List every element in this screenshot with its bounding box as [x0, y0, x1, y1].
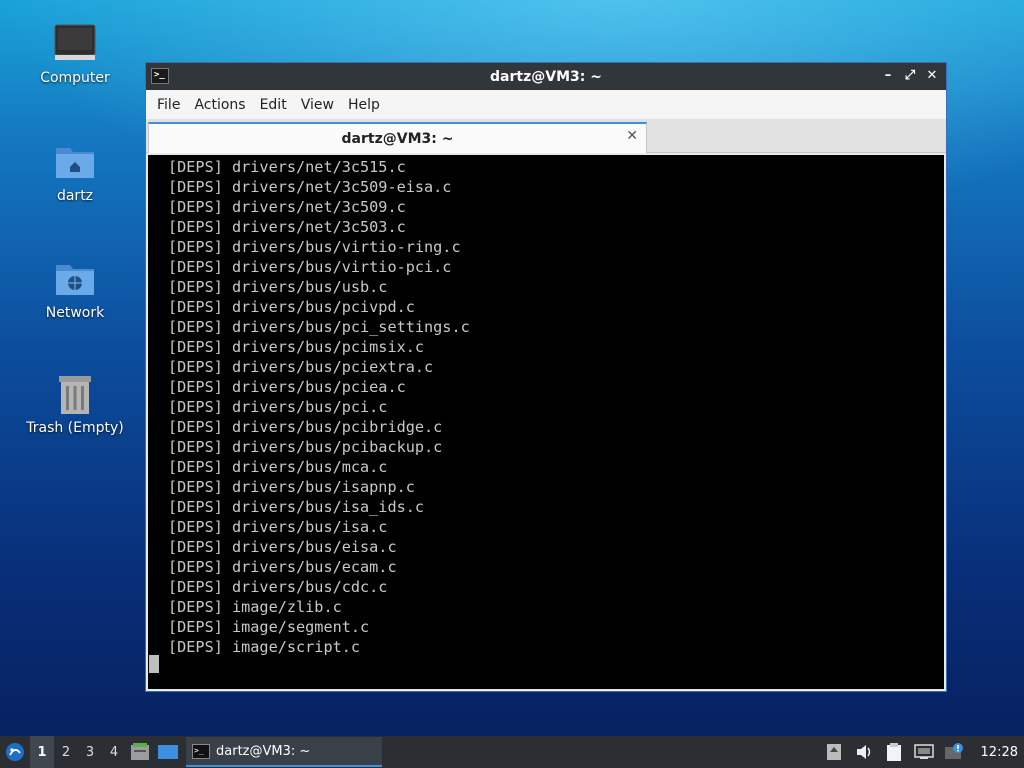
desktop-icon-computer[interactable]: Computer — [20, 22, 130, 86]
desktop-icon-label: dartz — [56, 188, 94, 204]
text-cursor — [149, 655, 159, 673]
menu-view[interactable]: View — [294, 93, 341, 117]
workspace-4[interactable]: 4 — [102, 736, 126, 768]
terminal-line: [DEPS] drivers/bus/virtio-pci.c — [168, 258, 452, 276]
tab-label: dartz@VM3: ~ — [341, 130, 454, 147]
terminal-line: [DEPS] drivers/bus/isa.c — [168, 518, 388, 536]
task-label: dartz@VM3: ~ — [216, 743, 311, 759]
network-icon[interactable] — [914, 742, 934, 762]
desktop-icon-trash[interactable]: Trash (Empty) — [20, 372, 130, 436]
terminal-line: [DEPS] drivers/bus/isa_ids.c — [168, 498, 425, 516]
terminal-line: [DEPS] drivers/bus/pcivpd.c — [168, 298, 415, 316]
terminal-line: [DEPS] image/script.c — [168, 638, 361, 656]
terminal-line: [DEPS] drivers/bus/pcimsix.c — [168, 338, 425, 356]
terminal-line: [DEPS] drivers/net/3c509.c — [168, 198, 406, 216]
terminal-line: [DEPS] drivers/bus/pciextra.c — [168, 358, 434, 376]
desktop-icon-home[interactable]: dartz — [20, 140, 130, 204]
minimize-button[interactable]: – — [880, 67, 896, 85]
terminal-line: [DEPS] drivers/bus/ecam.c — [168, 558, 397, 576]
taskbar-window-terminal[interactable]: >_ dartz@VM3: ~ — [186, 737, 382, 767]
terminal-window: >_ dartz@VM3: ~ – ⤢ ✕ File Actions Edit … — [145, 62, 947, 692]
desktop-icon-label: Computer — [40, 70, 110, 86]
clock[interactable]: 12:28 — [974, 745, 1018, 760]
terminal-line: [DEPS] drivers/bus/pcibackup.c — [168, 438, 443, 456]
desktop-icon-network[interactable]: Network — [20, 257, 130, 321]
notification-icon[interactable] — [944, 742, 964, 762]
taskbar: 1 2 3 4 >_ dartz@VM3: ~ 12:28 — [0, 736, 1024, 768]
update-notifier-icon[interactable] — [824, 742, 844, 762]
home-folder-icon — [53, 140, 97, 184]
tab-bar: dartz@VM3: ~ ✕ — [146, 119, 946, 153]
terminal-line: [DEPS] drivers/bus/isapnp.c — [168, 478, 415, 496]
window-title: dartz@VM3: ~ — [490, 68, 602, 85]
network-folder-icon — [53, 257, 97, 301]
terminal-line: [DEPS] drivers/bus/pci.c — [168, 398, 388, 416]
terminal-line: [DEPS] drivers/net/3c515.c — [168, 158, 406, 176]
terminal-line: [DEPS] drivers/bus/virtio-ring.c — [168, 238, 461, 256]
show-desktop-launcher[interactable] — [154, 736, 182, 768]
terminal-line: [DEPS] drivers/bus/pciea.c — [168, 378, 406, 396]
terminal-line: [DEPS] drivers/net/3c503.c — [168, 218, 406, 236]
terminal-line: [DEPS] drivers/bus/eisa.c — [168, 538, 397, 556]
terminal-line: [DEPS] drivers/bus/pcibridge.c — [168, 418, 443, 436]
workspace-1[interactable]: 1 — [30, 736, 54, 768]
close-button[interactable]: ✕ — [924, 67, 940, 85]
workspace-2[interactable]: 2 — [54, 736, 78, 768]
terminal-line: [DEPS] drivers/bus/cdc.c — [168, 578, 388, 596]
menu-edit[interactable]: Edit — [253, 93, 294, 117]
volume-icon[interactable] — [854, 742, 874, 762]
tab-terminal[interactable]: dartz@VM3: ~ ✕ — [148, 122, 647, 153]
monitor-icon — [53, 22, 97, 66]
workspace-3[interactable]: 3 — [78, 736, 102, 768]
terminal-line: [DEPS] drivers/net/3c509-eisa.c — [168, 178, 452, 196]
terminal-line: [DEPS] image/zlib.c — [168, 598, 342, 616]
terminal-app-icon: >_ — [192, 743, 210, 759]
desktop-icon — [158, 745, 178, 759]
terminal-line: [DEPS] drivers/bus/pci_settings.c — [168, 318, 470, 336]
menu-help[interactable]: Help — [341, 93, 387, 117]
menu-file[interactable]: File — [150, 93, 187, 117]
file-manager-launcher[interactable] — [126, 736, 154, 768]
trash-icon — [53, 372, 97, 416]
clipboard-icon[interactable] — [884, 742, 904, 762]
terminal-output[interactable]: [DEPS] drivers/net/3c515.c [DEPS] drivers… — [148, 155, 944, 689]
file-manager-icon — [131, 743, 149, 760]
menu-actions[interactable]: Actions — [187, 93, 252, 117]
terminal-app-icon: >_ — [151, 68, 169, 84]
start-menu-button[interactable] — [0, 736, 30, 768]
system-tray: 12:28 — [824, 736, 1024, 768]
terminal-line: [DEPS] image/segment.c — [168, 618, 370, 636]
desktop-icon-label: Trash (Empty) — [26, 420, 124, 436]
terminal-line: [DEPS] drivers/bus/mca.c — [168, 458, 388, 476]
lubuntu-logo-icon — [6, 743, 24, 761]
terminal-line: [DEPS] drivers/bus/usb.c — [168, 278, 388, 296]
menu-bar: File Actions Edit View Help — [146, 90, 946, 119]
maximize-button[interactable]: ⤢ — [902, 67, 918, 85]
window-titlebar[interactable]: >_ dartz@VM3: ~ – ⤢ ✕ — [146, 63, 946, 90]
tab-close-icon[interactable]: ✕ — [626, 128, 638, 144]
desktop-icon-label: Network — [45, 305, 105, 321]
